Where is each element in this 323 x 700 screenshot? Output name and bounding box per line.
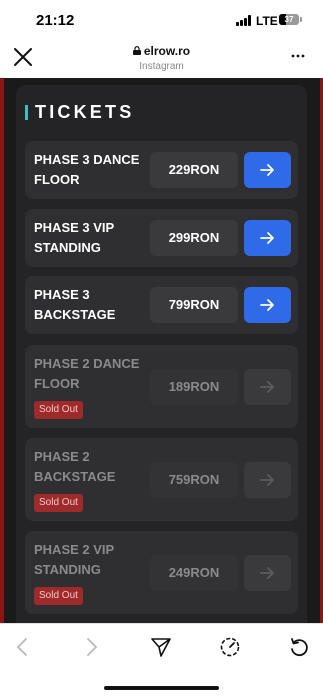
back-button[interactable] xyxy=(12,636,34,658)
close-button[interactable] xyxy=(12,46,34,68)
back-icon xyxy=(17,638,27,656)
arrow-right-icon xyxy=(260,381,274,393)
battery-icon: 37 xyxy=(279,14,299,25)
ticket-name: PHASE 2 VIP STANDING xyxy=(34,542,114,577)
speed-icon xyxy=(220,637,240,657)
buy-button[interactable] xyxy=(244,220,291,256)
ticket-price: 229RON xyxy=(150,152,238,188)
ticket-name: PHASE 2 DANCE FLOOR xyxy=(34,356,140,391)
sold-out-badge: Sold Out xyxy=(34,401,83,419)
url-area[interactable]: elrow.ro Instagram xyxy=(80,44,243,72)
sold-out-badge: Sold Out xyxy=(34,587,83,605)
page-edge-left xyxy=(0,78,4,623)
ticket-price: 759RON xyxy=(150,462,238,498)
browser-toolbar xyxy=(0,623,323,700)
speed-button[interactable] xyxy=(219,636,241,658)
sold-out-badge: Sold Out xyxy=(34,494,83,512)
ticket-row-sold-out: PHASE 2 BACKSTAGE 759RON Sold Out xyxy=(25,438,298,521)
more-icon xyxy=(291,54,305,58)
share-button[interactable] xyxy=(150,636,172,658)
ticket-price: 189RON xyxy=(150,369,238,405)
more-button[interactable] xyxy=(290,48,306,64)
title-accent-bar xyxy=(25,105,28,120)
ticket-name: PHASE 3 DANCE FLOOR xyxy=(34,152,140,187)
ticket-price: 799RON xyxy=(150,287,238,323)
arrow-right-icon xyxy=(260,474,274,486)
arrow-right-icon xyxy=(260,567,274,579)
ticket-price: 299RON xyxy=(150,220,238,256)
close-icon xyxy=(14,48,32,66)
signal-icon xyxy=(236,15,253,26)
buy-button-disabled xyxy=(244,369,291,405)
buy-button[interactable] xyxy=(244,287,291,323)
ticket-row: PHASE 3 DANCE FLOOR 229RON xyxy=(25,141,298,199)
url-text: elrow.ro xyxy=(143,44,191,58)
arrow-right-icon xyxy=(260,232,274,244)
status-bar: 21:12 LTE 37 xyxy=(0,0,323,40)
ticket-price: 249RON xyxy=(150,555,238,591)
share-icon xyxy=(151,638,171,657)
reload-button[interactable] xyxy=(288,636,310,658)
url-line: elrow.ro xyxy=(80,44,243,58)
forward-icon xyxy=(87,638,97,656)
tickets-title: TICKETS xyxy=(35,102,135,122)
forward-button[interactable] xyxy=(80,636,102,658)
battery-level: 37 xyxy=(284,15,294,24)
ticket-name: PHASE 2 BACKSTAGE xyxy=(34,449,116,484)
ticket-row-sold-out: PHASE 2 DANCE FLOOR 189RON Sold Out xyxy=(25,345,298,428)
battery-tip xyxy=(300,17,302,22)
tickets-panel: TICKETS PHASE 3 DANCE FLOOR 229RON PHASE… xyxy=(16,85,307,623)
lock-icon xyxy=(132,46,141,55)
status-time: 21:12 xyxy=(36,12,75,29)
buy-button-disabled xyxy=(244,462,291,498)
ticket-row: PHASE 3 BACKSTAGE 799RON xyxy=(25,276,298,334)
buy-button[interactable] xyxy=(244,152,291,188)
network-label: LTE xyxy=(256,14,278,28)
browser-header: elrow.ro Instagram xyxy=(0,40,323,78)
page-content: TICKETS PHASE 3 DANCE FLOOR 229RON PHASE… xyxy=(0,78,323,623)
reload-icon xyxy=(291,638,308,657)
home-indicator xyxy=(104,686,219,690)
arrow-right-icon xyxy=(260,299,274,311)
ticket-name: PHASE 3 BACKSTAGE xyxy=(34,287,116,322)
ticket-row: PHASE 3 VIP STANDING 299RON xyxy=(25,209,298,267)
ticket-row-sold-out: PHASE 2 VIP STANDING 249RON Sold Out xyxy=(25,531,298,614)
arrow-right-icon xyxy=(260,164,274,176)
source-label: Instagram xyxy=(139,61,184,72)
buy-button-disabled xyxy=(244,555,291,591)
ticket-name: PHASE 3 VIP STANDING xyxy=(34,220,114,255)
